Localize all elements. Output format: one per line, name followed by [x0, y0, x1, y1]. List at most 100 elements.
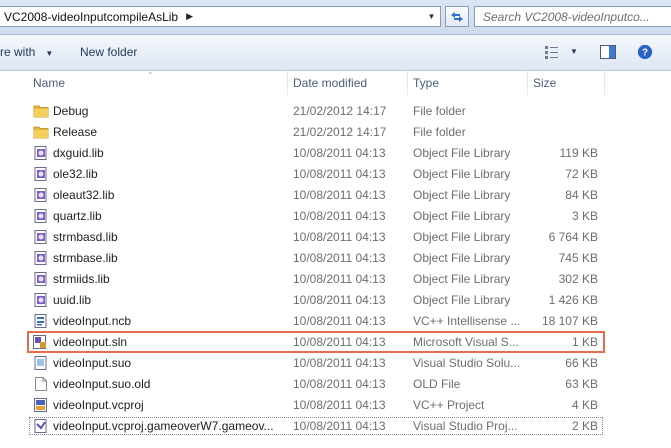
address-bar[interactable]: VC2008-videoInputcompileAsLib ▶ ▼	[0, 6, 441, 27]
file-row[interactable]: strmiids.lib 10/08/2011 04:13 Object Fil…	[28, 269, 604, 289]
file-row[interactable]: dxguid.lib 10/08/2011 04:13 Object File …	[28, 143, 604, 163]
folder-icon	[33, 103, 49, 119]
command-toolbar: re with ▼ New folder ▼ ?	[0, 35, 671, 71]
file-size: 1 426 KB	[548, 293, 598, 307]
address-path[interactable]: VC2008-videoInputcompileAsLib	[4, 10, 178, 24]
file-name: Release	[53, 125, 98, 139]
file-size: 2 KB	[571, 419, 598, 433]
file-size: 4 KB	[571, 398, 598, 412]
file-name: videoInput.suo.old	[53, 377, 151, 391]
file-type: Object File Library	[413, 209, 511, 223]
library-file-icon	[33, 166, 49, 182]
refresh-icon	[451, 11, 463, 22]
file-name: strmbasd.lib	[53, 230, 118, 244]
new-folder-button[interactable]: New folder	[80, 45, 137, 59]
help-icon[interactable]: ?	[636, 44, 654, 60]
file-size: 72 KB	[565, 167, 598, 181]
column-name[interactable]: Name	[33, 76, 65, 90]
file-row[interactable]: uuid.lib 10/08/2011 04:13 Object File Li…	[28, 290, 604, 310]
folder-icon	[33, 124, 49, 140]
search-box[interactable]: Search VC2008-videoInputco...	[474, 6, 671, 27]
library-file-icon	[33, 229, 49, 245]
file-size: 302 KB	[558, 272, 598, 286]
file-type: Visual Studio Solu...	[413, 356, 521, 370]
file-type: File folder	[413, 104, 466, 118]
file-row[interactable]: oleaut32.lib 10/08/2011 04:13 Object Fil…	[28, 185, 604, 205]
file-date: 10/08/2011 04:13	[293, 272, 386, 286]
view-dropdown-icon[interactable]: ▼	[570, 47, 578, 56]
file-size: 66 KB	[565, 356, 598, 370]
address-dropdown-icon[interactable]: ▼	[425, 10, 438, 23]
refresh-button[interactable]	[445, 6, 469, 27]
file-type: VC++ Intellisense ...	[413, 314, 521, 328]
library-file-icon	[33, 208, 49, 224]
file-row[interactable]: ole32.lib 10/08/2011 04:13 Object File L…	[28, 164, 604, 184]
file-date: 10/08/2011 04:13	[293, 251, 386, 265]
file-name: videoInput.vcproj.gameoverW7.gameov...	[53, 419, 274, 433]
blank-file-icon	[33, 376, 49, 392]
library-file-icon	[33, 187, 49, 203]
file-date: 10/08/2011 04:13	[293, 230, 386, 244]
file-row[interactable]: Debug 21/02/2012 14:17 File folder	[28, 101, 604, 121]
view-options-icon[interactable]	[544, 44, 562, 60]
file-row[interactable]: videoInput.ncb 10/08/2011 04:13 VC++ Int…	[28, 311, 604, 331]
file-name: videoInput.sln	[53, 335, 128, 349]
column-size[interactable]: Size	[533, 76, 556, 90]
file-date: 10/08/2011 04:13	[293, 293, 386, 307]
file-row[interactable]: videoInput.sln 10/08/2011 04:13 Microsof…	[27, 331, 605, 353]
file-row[interactable]: strmbase.lib 10/08/2011 04:13 Object Fil…	[28, 248, 604, 268]
file-size: 18 107 KB	[541, 314, 598, 328]
sort-arrow-icon: ⌃	[147, 71, 154, 80]
file-type: Object File Library	[413, 230, 511, 244]
library-file-icon	[33, 292, 49, 308]
file-name: oleaut32.lib	[53, 188, 115, 202]
file-date: 10/08/2011 04:13	[293, 419, 386, 433]
library-file-icon	[33, 250, 49, 266]
svg-text:?: ?	[642, 48, 648, 59]
file-size: 84 KB	[565, 188, 598, 202]
file-row[interactable]: strmbasd.lib 10/08/2011 04:13 Object Fil…	[28, 227, 604, 247]
file-type: Object File Library	[413, 188, 511, 202]
file-row[interactable]: videoInput.suo.old 10/08/2011 04:13 OLD …	[28, 374, 604, 394]
file-name: strmbase.lib	[53, 251, 118, 265]
column-separator[interactable]	[407, 71, 408, 95]
file-row[interactable]: videoInput.suo 10/08/2011 04:13 Visual S…	[28, 353, 604, 373]
file-type: Microsoft Visual S...	[413, 335, 519, 349]
solution-file-icon	[32, 334, 48, 350]
share-with-button[interactable]: re with ▼	[0, 45, 53, 59]
column-separator[interactable]	[287, 71, 288, 95]
address-bar-row: VC2008-videoInputcompileAsLib ▶ ▼ Search…	[0, 0, 671, 35]
file-type: Object File Library	[413, 251, 511, 265]
breadcrumb-chevron-icon[interactable]: ▶	[186, 11, 193, 22]
file-date: 10/08/2011 04:13	[293, 377, 386, 391]
file-row[interactable]: Release 21/02/2012 14:17 File folder	[28, 122, 604, 142]
file-row[interactable]: videoInput.vcproj.gameoverW7.gameov... 1…	[28, 416, 604, 436]
file-date: 21/02/2012 14:17	[293, 104, 387, 118]
file-size: 745 KB	[558, 251, 598, 265]
file-row[interactable]: quartz.lib 10/08/2011 04:13 Object File …	[28, 206, 604, 226]
file-size: 63 KB	[565, 377, 598, 391]
library-file-icon	[33, 271, 49, 287]
file-size: 1 KB	[571, 335, 598, 349]
file-name: ole32.lib	[53, 167, 98, 181]
file-date: 10/08/2011 04:13	[293, 356, 386, 370]
column-separator[interactable]	[527, 71, 528, 95]
file-row[interactable]: videoInput.vcproj 10/08/2011 04:13 VC++ …	[28, 395, 604, 415]
file-size: 6 764 KB	[548, 230, 598, 244]
intellisense-file-icon	[33, 313, 49, 329]
file-type: Visual Studio Proj...	[413, 419, 518, 433]
column-date-modified[interactable]: Date modified	[293, 76, 367, 90]
file-name: dxguid.lib	[53, 146, 104, 160]
file-type: Object File Library	[413, 167, 511, 181]
file-size: 119 KB	[559, 146, 598, 160]
search-input[interactable]: Search VC2008-videoInputco...	[483, 10, 650, 24]
file-type: Object File Library	[413, 146, 511, 160]
column-separator[interactable]	[604, 71, 605, 95]
file-name: videoInput.vcproj	[53, 398, 144, 412]
column-type[interactable]: Type	[413, 76, 439, 90]
preview-pane-icon[interactable]	[599, 44, 617, 60]
file-name: strmiids.lib	[53, 272, 110, 286]
file-type: VC++ Project	[413, 398, 485, 412]
file-name: videoInput.suo	[53, 356, 132, 370]
column-header-row: ⌃ Name Date modified Type Size	[0, 71, 671, 95]
